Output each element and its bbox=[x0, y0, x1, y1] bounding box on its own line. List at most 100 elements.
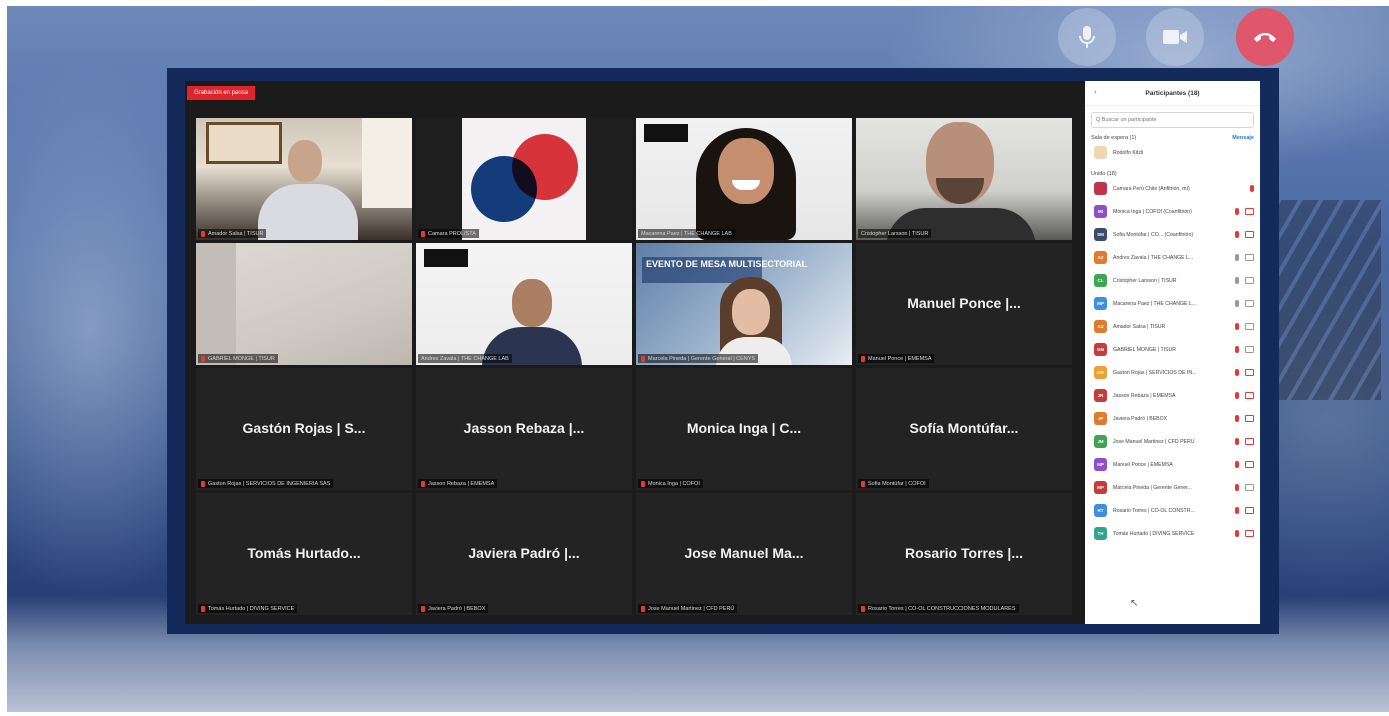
name-tile[interactable]: Manuel Ponce |... Manuel Ponce | EMEMSA bbox=[856, 243, 1072, 365]
muted-mic-icon bbox=[201, 355, 205, 362]
microphone-icon[interactable] bbox=[1235, 231, 1239, 238]
microphone-icon[interactable] bbox=[1235, 415, 1239, 422]
video-camera-icon[interactable] bbox=[1245, 254, 1254, 261]
name-tile[interactable]: Jasson Rebaza |... Jasson Rebaza | EMEMS… bbox=[416, 368, 632, 490]
participant-display-name: Sofía Montúfar... bbox=[909, 420, 1019, 437]
participant-row[interactable]: SM Sofia Montúfar | CO... (Coanfitrión) bbox=[1085, 223, 1260, 246]
chevron-left-icon[interactable]: ‹ bbox=[1094, 87, 1097, 96]
video-tile[interactable]: Andres Zavala | THE CHANGE LAB bbox=[416, 243, 632, 365]
participant-name: Cristopher Larsson | TISUR bbox=[1113, 277, 1177, 284]
participant-row[interactable]: JR Jasson Rebaza | EMEMSA bbox=[1085, 384, 1260, 407]
name-tile[interactable]: Sofía Montúfar... Sofia Montúfar | COFOI bbox=[856, 368, 1072, 490]
tile-caption: Marcela Pineda | Gerente General | CENYS bbox=[638, 354, 759, 363]
participant-search[interactable] bbox=[1091, 112, 1254, 128]
video-camera-icon[interactable] bbox=[1245, 530, 1254, 537]
participant-video bbox=[416, 243, 632, 365]
tile-caption: Rosario Torres | CO-OL CONSTRUCCIONES MO… bbox=[858, 604, 1019, 613]
video-camera-icon[interactable] bbox=[1245, 208, 1254, 215]
participant-row[interactable]: CL Cristopher Larsson | TISUR bbox=[1085, 269, 1260, 292]
tile-caption: Amador Salsa | TISUR bbox=[198, 229, 267, 238]
participant-row[interactable]: GR Gaston Rojas | SERVICIOS DE IN... bbox=[1085, 361, 1260, 384]
participant-row[interactable]: JP Javiera Padró | BEBOX bbox=[1085, 407, 1260, 430]
participant-display-name: Tomás Hurtado... bbox=[247, 545, 361, 562]
avatar: GR bbox=[1094, 366, 1107, 379]
microphone-icon[interactable] bbox=[1235, 484, 1239, 491]
microphone-icon[interactable] bbox=[1250, 185, 1254, 192]
muted-mic-icon bbox=[641, 605, 645, 612]
video-tile[interactable]: Camara PROLISTA bbox=[416, 118, 632, 240]
joined-label[interactable]: Unido (18) bbox=[1091, 171, 1117, 177]
waiting-participant-row[interactable]: Rodolfo Kitzli bbox=[1085, 141, 1260, 164]
microphone-icon[interactable] bbox=[1235, 254, 1239, 261]
participant-search-input[interactable] bbox=[1096, 117, 1236, 123]
name-tile[interactable]: Monica Inga | C... Monica Inga | COFOI bbox=[636, 368, 852, 490]
avatar: TH bbox=[1094, 527, 1107, 540]
mouse-cursor-icon: ↖ bbox=[1130, 598, 1139, 609]
avatar: JR bbox=[1094, 389, 1107, 402]
microphone-icon[interactable] bbox=[1235, 507, 1239, 514]
participant-row[interactable]: MI Monica Inga | COFOI (Coanfitrión) bbox=[1085, 200, 1260, 223]
microphone-icon[interactable] bbox=[1235, 208, 1239, 215]
microphone-icon[interactable] bbox=[1235, 346, 1239, 353]
participant-name: Jasson Rebaza | EMEMSA bbox=[1113, 392, 1176, 399]
recording-paused-badge[interactable]: Grabación en pausa bbox=[187, 86, 256, 100]
video-camera-icon[interactable] bbox=[1245, 346, 1254, 353]
participant-row[interactable]: AZ Andres Zavala | THE CHANGE L... bbox=[1085, 246, 1260, 269]
participant-row[interactable]: JM Jose Manuel Martinez | CFD PERÚ bbox=[1085, 430, 1260, 453]
video-tile[interactable]: Amador Salsa | TISUR bbox=[196, 118, 412, 240]
participant-name: Sofia Montúfar | CO... (Coanfitrión) bbox=[1113, 231, 1194, 238]
video-tile[interactable]: EVENTO DE MESA MULTISECTORIAL Marcela Pi… bbox=[636, 243, 852, 365]
participant-row[interactable]: Camara Perú Chile (Anfitrión, mí) bbox=[1085, 177, 1260, 200]
participant-row[interactable]: MP Macarena Paez | THE CHANGE L... bbox=[1085, 292, 1260, 315]
participant-row[interactable]: MP Manuel Ponce | EMEMSA bbox=[1085, 453, 1260, 476]
video-camera-icon bbox=[1146, 8, 1204, 66]
name-tile[interactable]: Javiera Padró |... Javiera Padró | BEBOX bbox=[416, 493, 632, 615]
name-tile[interactable]: Gastón Rojas | S... Gaston Rojas | SERVI… bbox=[196, 368, 412, 490]
microphone-icon[interactable] bbox=[1235, 392, 1239, 399]
name-tile[interactable]: Rosario Torres |... Rosario Torres | CO-… bbox=[856, 493, 1072, 615]
participant-display-name: Jasson Rebaza |... bbox=[463, 420, 585, 437]
video-camera-icon[interactable] bbox=[1245, 369, 1254, 376]
participant-video bbox=[196, 118, 412, 240]
video-tile-active-speaker[interactable]: Macarena Paez | THE CHANGE LAB bbox=[636, 118, 852, 240]
microphone-icon[interactable] bbox=[1235, 530, 1239, 537]
message-button[interactable]: Mensaje bbox=[1232, 135, 1254, 141]
participant-row[interactable]: MP Marcela Pineda | Gerente Gener... bbox=[1085, 476, 1260, 499]
video-camera-icon[interactable] bbox=[1245, 484, 1254, 491]
microphone-icon[interactable] bbox=[1235, 461, 1239, 468]
avatar: AS bbox=[1094, 320, 1107, 333]
waiting-room-label[interactable]: Sala de espera (1) bbox=[1091, 135, 1136, 141]
video-camera-icon[interactable] bbox=[1245, 323, 1254, 330]
participants-title: Participantes (18) bbox=[1145, 89, 1200, 97]
video-camera-icon[interactable] bbox=[1245, 300, 1254, 307]
participant-row[interactable]: RT Rosario Torres | CO-OL CONSTR... bbox=[1085, 499, 1260, 522]
microphone-icon[interactable] bbox=[1235, 369, 1239, 376]
participant-row[interactable]: AS Amador Salsa | TISUR bbox=[1085, 315, 1260, 338]
microphone-icon[interactable] bbox=[1235, 277, 1239, 284]
muted-mic-icon bbox=[421, 480, 425, 487]
participant-row[interactable]: TH Tomás Hurtado | DIVING SERVICE bbox=[1085, 522, 1260, 545]
microphone-icon[interactable] bbox=[1235, 323, 1239, 330]
video-tile[interactable]: GABRIEL MONGE | TISUR bbox=[196, 243, 412, 365]
video-camera-icon[interactable] bbox=[1245, 415, 1254, 422]
video-tile[interactable]: Cristopher Larsson | TISUR bbox=[856, 118, 1072, 240]
avatar bbox=[1094, 182, 1107, 195]
video-camera-icon[interactable] bbox=[1245, 507, 1254, 514]
video-camera-icon[interactable] bbox=[1245, 392, 1254, 399]
video-camera-icon[interactable] bbox=[1245, 438, 1254, 445]
phone-hangup-icon bbox=[1236, 8, 1294, 66]
avatar: CL bbox=[1094, 274, 1107, 287]
video-camera-icon[interactable] bbox=[1245, 277, 1254, 284]
avatar: SM bbox=[1094, 228, 1107, 241]
participant-name: Marcela Pineda | Gerente Gener... bbox=[1113, 484, 1192, 491]
microphone-icon[interactable] bbox=[1235, 438, 1239, 445]
name-tile[interactable]: Jose Manuel Ma... Jose Manuel Martinez |… bbox=[636, 493, 852, 615]
participant-display-name: Gastón Rojas | S... bbox=[242, 420, 366, 437]
participant-row[interactable]: GM GABRIEL MONGE | TISUR bbox=[1085, 338, 1260, 361]
name-tile[interactable]: Tomás Hurtado... Tomás Hurtado | DIVING … bbox=[196, 493, 412, 615]
video-camera-icon[interactable] bbox=[1245, 231, 1254, 238]
tile-caption: Monica Inga | COFOI bbox=[638, 479, 703, 488]
participant-list: Camara Perú Chile (Anfitrión, mí) MI Monic… bbox=[1085, 177, 1260, 545]
video-camera-icon[interactable] bbox=[1245, 461, 1254, 468]
microphone-icon[interactable] bbox=[1235, 300, 1239, 307]
